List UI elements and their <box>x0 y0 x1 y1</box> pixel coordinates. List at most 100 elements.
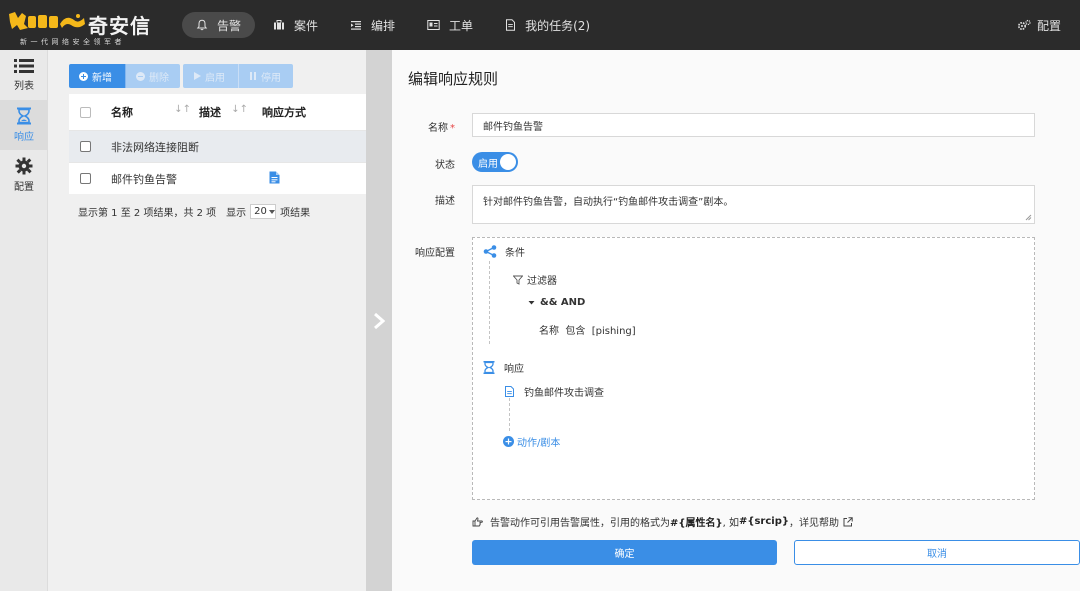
filter-rule-text: 名称 包含 [pishing] <box>539 326 636 337</box>
table-row[interactable]: 非法网络连接阻断 <box>69 130 392 162</box>
pagination: 显示第 1 至 2 项结果，共 2 项 显示 20 项结果 <box>78 204 310 219</box>
help-link[interactable]: ，详见帮助 <box>789 514 839 529</box>
name-label: 名称 * <box>392 119 455 134</box>
delete-button[interactable]: 删除 <box>125 64 180 88</box>
hint-format: #{属性名} <box>670 518 723 529</box>
play-icon <box>194 72 201 80</box>
nav-item-tickets[interactable]: 工单 <box>413 12 487 38</box>
document-icon[interactable] <box>269 171 280 184</box>
nav-item-label: 工单 <box>449 18 474 33</box>
sort-icon: ↓↑ <box>231 104 248 115</box>
status-toggle[interactable]: 启用 <box>472 152 518 172</box>
add-action-button[interactable]: 动作/剧本 <box>503 434 560 449</box>
hourglass-icon <box>483 361 495 374</box>
tree-connector <box>509 398 510 431</box>
minus-circle-icon <box>136 71 145 81</box>
sidebar-item-response[interactable]: 响应 <box>0 100 48 150</box>
left-sidebar: 列表 响应 配置 <box>0 50 48 591</box>
chevron-right-icon <box>374 312 385 329</box>
help-hint: 告警动作可引用告警属性，引用的格式为 #{属性名} , 如 #{srcip} ，… <box>472 514 853 529</box>
row-checkbox[interactable] <box>79 173 91 184</box>
row-checkbox[interactable] <box>79 141 91 152</box>
delete-button-label: 删除 <box>149 72 169 84</box>
row-name: 邮件钓鱼告警 <box>111 172 177 186</box>
response-label: 响应 <box>504 364 524 375</box>
edit-panel-title: 编辑响应规则 <box>408 70 499 88</box>
add-button-label: 新增 <box>92 72 112 84</box>
nav-item-label: 告警 <box>217 18 242 33</box>
cancel-button[interactable]: 取消 <box>794 540 1080 565</box>
column-header-description[interactable]: 描述 ↓↑ <box>199 104 254 120</box>
page-size-value: 20 <box>254 206 267 217</box>
column-header-label: 描述 <box>199 106 221 119</box>
condition-label: 条件 <box>505 248 525 259</box>
confirm-button[interactable]: 确定 <box>472 540 777 565</box>
sidebar-item-label: 响应 <box>14 132 34 143</box>
nav-item-orchestration[interactable]: 编排 <box>336 12 409 38</box>
table-header: 名称 ↓↑ 描述 ↓↑ 响应方式 <box>69 94 392 130</box>
disable-button[interactable]: 停用 <box>238 64 293 88</box>
select-all-checkbox[interactable] <box>79 106 91 118</box>
description-textarea[interactable]: 针对邮件钓鱼告警，自动执行“钓鱼邮件攻击调查”剧本。 <box>472 185 1035 224</box>
nav-item-alerts[interactable]: 告警 <box>182 12 256 38</box>
toggle-knob <box>500 154 516 170</box>
sort-icon: ↓↑ <box>174 104 191 115</box>
sidebar-item-label: 配置 <box>14 182 34 193</box>
name-input[interactable]: 邮件钓鱼告警 <box>472 113 1035 137</box>
main-nav: 告警 案件 编排 工单 我的任务(2) <box>182 12 608 38</box>
response-node: 响应 <box>483 360 524 375</box>
gear-icon <box>15 157 33 175</box>
hint-text-middle: , 如 <box>722 518 739 529</box>
panel-collapse-toggle[interactable] <box>366 50 392 591</box>
row-method <box>254 171 354 187</box>
hint-example: #{srcip} <box>738 516 789 527</box>
row-checkbox-cell <box>69 141 101 152</box>
enable-button[interactable]: 启用 <box>183 64 238 88</box>
page-size-select[interactable]: 20 <box>250 204 277 219</box>
topbar-settings-button[interactable]: 配置 <box>1017 12 1061 38</box>
table-row[interactable]: 邮件钓鱼告警 <box>69 162 392 194</box>
topbar-settings-label: 配置 <box>1036 18 1061 33</box>
filter-icon <box>513 275 523 285</box>
add-button[interactable]: 新增 <box>69 64 125 88</box>
hourglass-icon <box>17 107 31 125</box>
enable-button-label: 启用 <box>205 72 225 84</box>
briefcase-icon <box>274 20 285 30</box>
nav-item-my-tasks[interactable]: 我的任务(2) <box>491 12 604 38</box>
caret-down-icon <box>528 301 535 305</box>
sidebar-item-list[interactable]: 列表 <box>0 50 48 100</box>
disable-button-label: 停用 <box>261 72 281 84</box>
sidebar-item-config[interactable]: 配置 <box>0 150 48 200</box>
row-name: 非法网络连接阻断 <box>111 140 199 154</box>
list-icon <box>14 59 34 73</box>
hint-text: 告警动作可引用告警属性，引用的格式为 <box>490 518 670 529</box>
page-size-label: 显示 <box>226 208 247 219</box>
gears-icon <box>1017 19 1031 31</box>
row-checkbox-cell <box>69 173 101 184</box>
resize-handle-icon[interactable] <box>1025 214 1032 221</box>
page-size-suffix: 项结果 <box>280 208 311 219</box>
nav-item-label: 案件 <box>294 18 319 33</box>
playbook-node[interactable]: 钓鱼邮件攻击调查 <box>505 384 604 399</box>
rule-list-panel: 新增 删除 启用 停用 名称 ↓↑ 描述 ↓↑ 响应方式 非法网络连接阻断 邮件… <box>48 50 392 591</box>
document-icon <box>505 386 514 397</box>
and-group-node[interactable]: && AND <box>528 297 585 308</box>
sidebar-item-label: 列表 <box>14 81 34 92</box>
tree-connector <box>489 261 490 344</box>
filter-label: 过滤器 <box>527 276 557 287</box>
external-link-icon[interactable] <box>843 516 853 527</box>
required-marker: * <box>450 123 455 134</box>
filter-rule[interactable]: 名称 包含 [pishing] <box>539 322 636 337</box>
column-header-name[interactable]: 名称 ↓↑ <box>101 104 199 120</box>
status-label: 状态 <box>435 160 455 171</box>
add-action-label: 动作/剧本 <box>517 438 561 449</box>
indent-list-icon <box>351 21 362 30</box>
brand-name: 奇安信 <box>88 14 151 38</box>
description-text: 针对邮件钓鱼告警，自动执行“钓鱼邮件攻击调查”剧本。 <box>483 197 734 208</box>
nav-item-label: 编排 <box>371 18 396 33</box>
nav-item-cases[interactable]: 案件 <box>259 12 332 38</box>
brand-slogan: 新一代网络安全领军者 <box>20 38 125 46</box>
top-navbar: 奇安信 新一代网络安全领军者 告警 案件 编排 工单 我的任务(2) 配置 <box>0 0 1080 50</box>
brand-logo[interactable]: 奇安信 新一代网络安全领军者 <box>8 6 173 46</box>
filter-node: 过滤器 <box>513 272 557 287</box>
